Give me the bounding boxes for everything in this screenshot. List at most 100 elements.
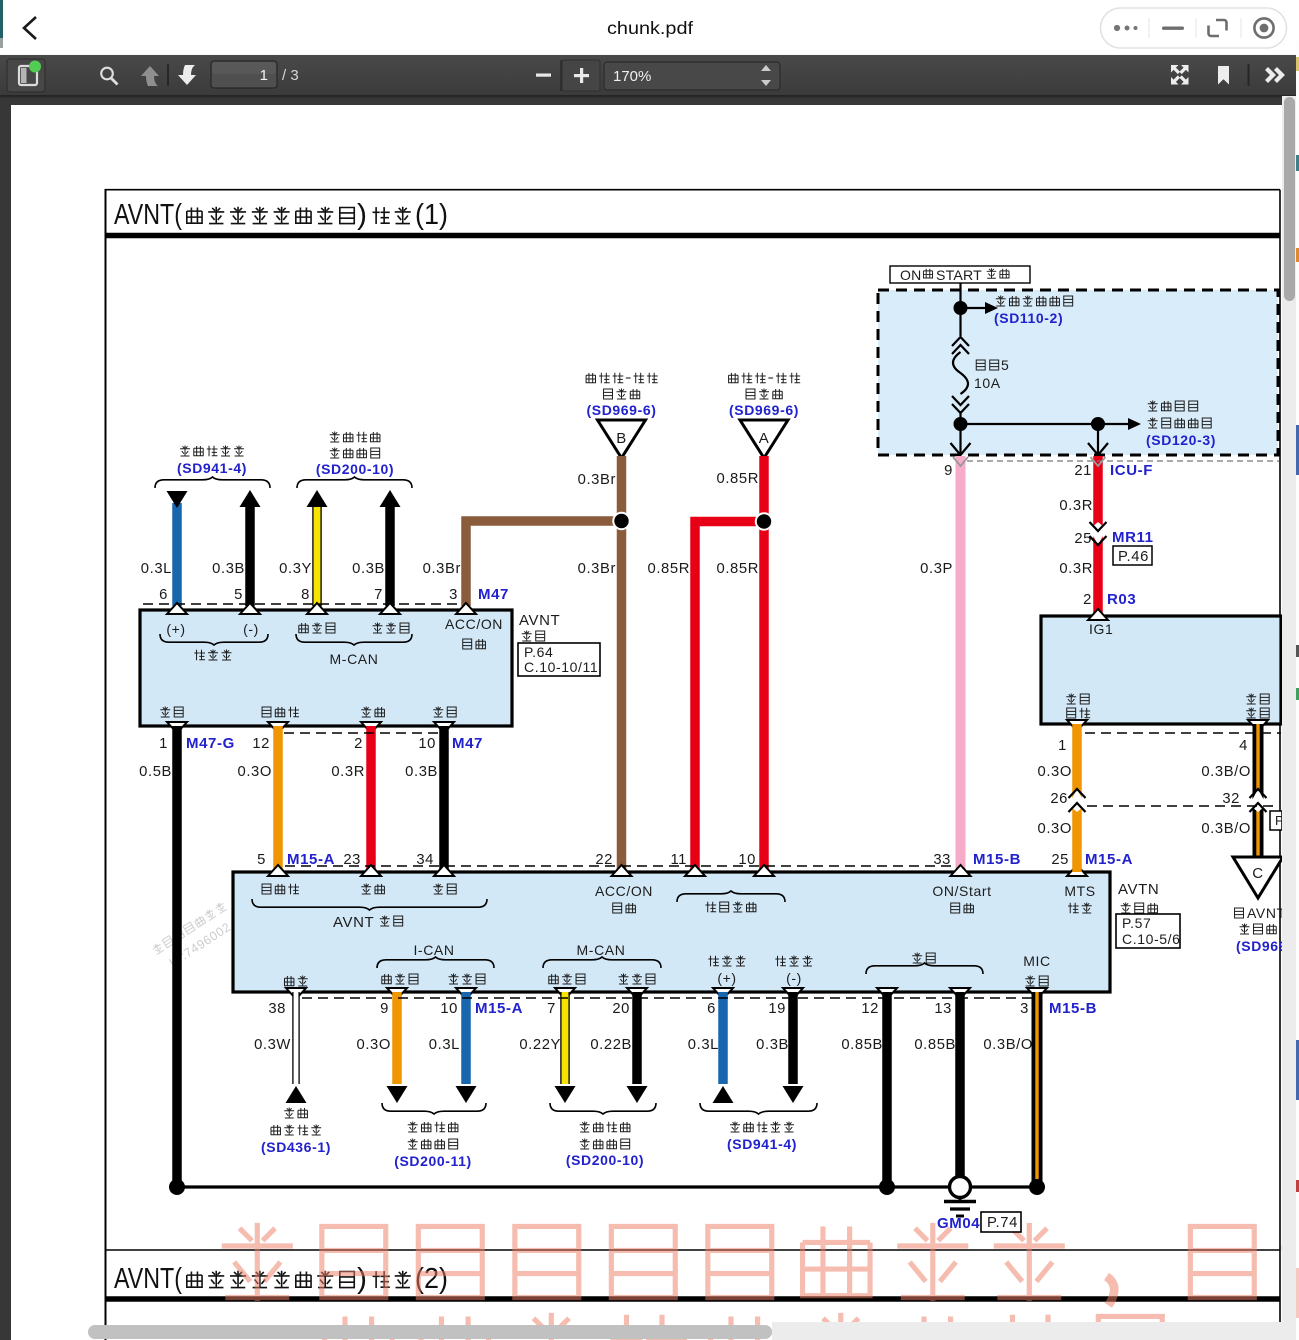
svg-text:(SD969-: (SD969- — [1236, 938, 1282, 954]
svg-text:C: C — [1252, 865, 1263, 882]
svg-text:(-): (-) — [243, 621, 259, 637]
svg-text:25: 25 — [1074, 531, 1092, 547]
svg-text:0.3L: 0.3L — [688, 1037, 719, 1053]
svg-text:0.85R: 0.85R — [717, 561, 760, 577]
svg-text:I-CAN: I-CAN — [413, 942, 454, 958]
svg-text:(SD436-1): (SD436-1) — [261, 1139, 331, 1155]
svg-text:0.5B: 0.5B — [139, 764, 172, 780]
svg-text:0.22Y: 0.22Y — [519, 1037, 561, 1053]
svg-text:0.3B: 0.3B — [212, 561, 245, 577]
svg-text:M47-G: M47-G — [186, 735, 235, 752]
svg-text:10A: 10A — [974, 375, 1001, 391]
svg-text:0.3B: 0.3B — [352, 561, 385, 577]
svg-text:0.3O: 0.3O — [238, 764, 272, 780]
svg-text:M15-A: M15-A — [287, 851, 335, 868]
svg-text:ACC/ON: ACC/ON — [445, 616, 503, 632]
svg-text:ON: ON — [900, 267, 921, 283]
svg-text:MR11: MR11 — [1112, 529, 1154, 546]
svg-text:33: 33 — [933, 852, 951, 868]
svg-text:5: 5 — [234, 587, 243, 603]
svg-text:32: 32 — [1222, 791, 1240, 807]
svg-text:): ) — [357, 1263, 367, 1295]
svg-text:R03: R03 — [1107, 591, 1136, 608]
svg-text:M15-B: M15-B — [973, 851, 1021, 868]
svg-text:0.3W: 0.3W — [254, 1037, 291, 1053]
svg-text:(+): (+) — [717, 970, 736, 986]
svg-text:AVTN: AVTN — [1118, 881, 1159, 898]
svg-text:6: 6 — [707, 1001, 716, 1017]
svg-text:ON/Start: ON/Start — [932, 883, 991, 899]
svg-text:(SD969-6): (SD969-6) — [729, 402, 799, 418]
svg-text:0.85R: 0.85R — [717, 471, 760, 487]
svg-text:0.3B/O: 0.3B/O — [983, 1037, 1033, 1053]
svg-text:11: 11 — [670, 852, 687, 868]
svg-text:M47: M47 — [478, 586, 509, 603]
svg-text:MIC: MIC — [1023, 953, 1050, 969]
svg-text:AVNT: AVNT — [333, 914, 374, 931]
svg-text:chunk.pdf: chunk.pdf — [607, 18, 693, 38]
svg-text:M-CAN: M-CAN — [577, 942, 626, 958]
svg-text:IG1: IG1 — [1089, 621, 1113, 637]
svg-text:0.3B/O: 0.3B/O — [1201, 764, 1251, 780]
svg-text:0.3P: 0.3P — [920, 561, 953, 577]
svg-text:1: 1 — [159, 736, 168, 752]
svg-text:(1): (1) — [415, 199, 448, 231]
svg-text:A: A — [759, 430, 770, 447]
svg-text:ICU-F: ICU-F — [1110, 462, 1153, 479]
svg-text:(-): (-) — [786, 970, 802, 986]
svg-text:0.22B: 0.22B — [590, 1037, 632, 1053]
svg-text:3: 3 — [449, 587, 458, 603]
svg-text:6: 6 — [159, 587, 168, 603]
svg-text:GM04: GM04 — [937, 1215, 980, 1232]
svg-text:P: P — [1275, 813, 1282, 828]
svg-text:21: 21 — [1074, 463, 1092, 479]
svg-text:AVNT(: AVNT( — [114, 199, 182, 231]
svg-text:P.74: P.74 — [987, 1215, 1018, 1231]
svg-text:38: 38 — [268, 1001, 286, 1017]
svg-text:M15-A: M15-A — [1085, 851, 1133, 868]
svg-text:M47: M47 — [452, 735, 483, 752]
svg-text:25: 25 — [1051, 852, 1069, 868]
svg-text:2: 2 — [1083, 592, 1092, 608]
svg-text:7: 7 — [547, 1001, 556, 1017]
svg-text:C.10-10/11: C.10-10/11 — [524, 659, 598, 675]
svg-text:0.3O: 0.3O — [1038, 764, 1072, 780]
svg-text:0.3Br: 0.3Br — [578, 472, 616, 488]
svg-text:0.85R: 0.85R — [648, 561, 691, 577]
svg-text:0.3O: 0.3O — [1038, 821, 1072, 837]
svg-text:B: B — [616, 430, 627, 447]
svg-text:9: 9 — [380, 1001, 389, 1017]
svg-text:START: START — [936, 267, 982, 283]
svg-text:(SD941-4): (SD941-4) — [727, 1136, 797, 1152]
svg-text:AVNT: AVNT — [519, 612, 560, 629]
svg-text:(SD941-4): (SD941-4) — [177, 460, 247, 476]
svg-text:(SD200-11): (SD200-11) — [394, 1153, 472, 1169]
svg-text:5: 5 — [1001, 357, 1009, 373]
svg-text:9: 9 — [944, 463, 953, 479]
svg-text:0.3L: 0.3L — [429, 1037, 460, 1053]
svg-text:ACC/ON: ACC/ON — [595, 883, 653, 899]
svg-text:0.3Y: 0.3Y — [279, 561, 312, 577]
svg-text:0.3R: 0.3R — [1059, 498, 1093, 514]
svg-text:23: 23 — [343, 852, 361, 868]
svg-text:M15-B: M15-B — [1049, 1000, 1097, 1017]
svg-text:20: 20 — [612, 1001, 630, 1017]
svg-text:AVNT(: AVNT( — [114, 1263, 182, 1295]
svg-text:AVNT: AVNT — [1247, 905, 1282, 921]
svg-text:0.3Br: 0.3Br — [423, 561, 461, 577]
svg-text:4: 4 — [1239, 738, 1248, 754]
svg-text:MTS: MTS — [1064, 883, 1095, 899]
svg-text:26: 26 — [1050, 791, 1068, 807]
svg-text:0.3Br: 0.3Br — [578, 561, 616, 577]
svg-text:10: 10 — [440, 1001, 458, 1017]
svg-text:12: 12 — [861, 1001, 879, 1017]
svg-text:0.3R: 0.3R — [331, 764, 365, 780]
svg-text:10: 10 — [418, 736, 436, 752]
svg-text:(SD110-2): (SD110-2) — [994, 310, 1063, 326]
svg-text:(+): (+) — [166, 621, 185, 637]
svg-text:1: 1 — [1058, 738, 1067, 754]
svg-text:1: 1 — [260, 67, 268, 84]
svg-text:C.10-5/6: C.10-5/6 — [1122, 931, 1181, 947]
svg-text:(SD200-10): (SD200-10) — [566, 1152, 644, 1168]
svg-text:10: 10 — [738, 852, 756, 868]
